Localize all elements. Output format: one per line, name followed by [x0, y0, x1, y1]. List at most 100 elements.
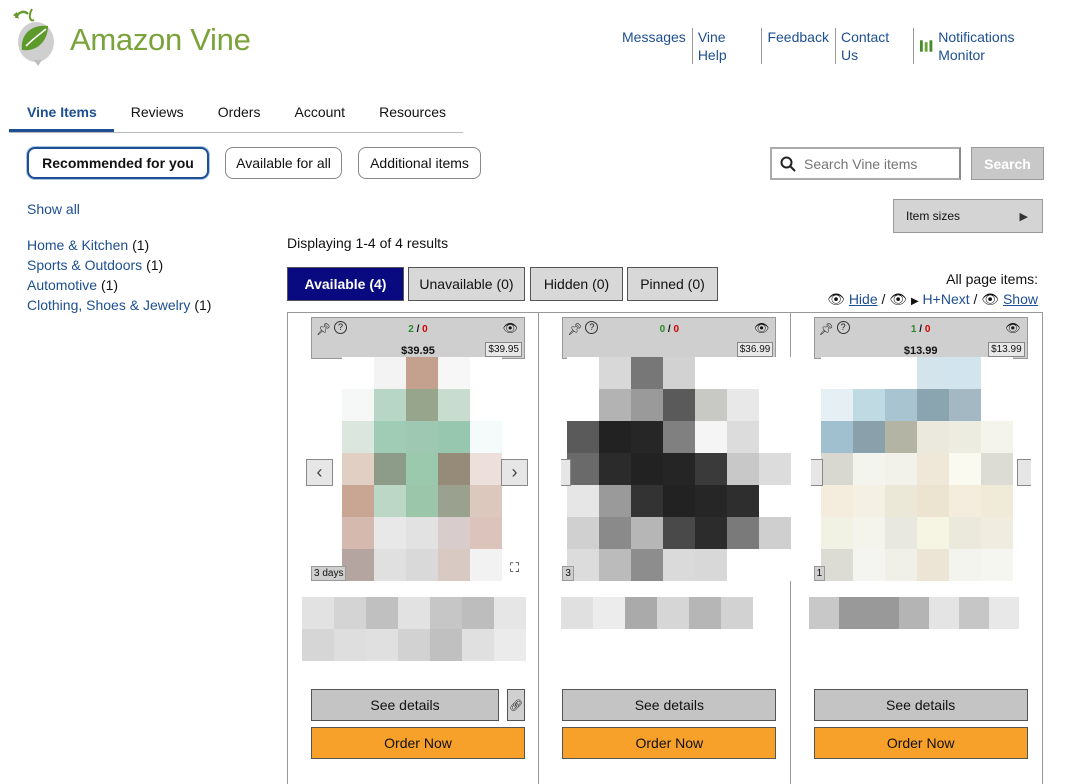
- page-items-label: All page items:: [946, 271, 1038, 287]
- item-price-tag: $13.99: [988, 342, 1025, 357]
- product-title[interactable]: [808, 597, 1019, 629]
- play-triangle-icon: ▶: [910, 296, 919, 307]
- link-icon: 🔗︎: [509, 699, 523, 712]
- item-sizes-label: Item sizes: [906, 209, 961, 223]
- vote-counts: 1 / 0: [910, 324, 931, 335]
- product-title[interactable]: [561, 597, 754, 629]
- amazon-vine-logo[interactable]: Amazon Vine: [8, 6, 251, 66]
- tab-available[interactable]: Available (4): [287, 267, 404, 301]
- vote-counts: 2 / 0: [408, 324, 428, 335]
- item-info-bar: 📌︎ ? 0 / 0 👁︎ $36.99: [562, 317, 777, 359]
- hide-all-link[interactable]: Hide: [849, 291, 878, 307]
- tab-vine-items[interactable]: Vine Items: [9, 96, 114, 132]
- item-info-bar: 📌︎ ? 2 / 0 👁︎ $39.95 $39.95: [311, 317, 525, 359]
- hide-eye-icon[interactable]: 👁︎: [1005, 321, 1020, 335]
- category-sports-outdoors-link[interactable]: Sports & Outdoors: [27, 257, 142, 273]
- product-image[interactable]: [567, 357, 792, 581]
- product-card: 📌︎ ? 2 / 0 👁︎ $39.95 $39.95 ‹ › 3 days ⛶…: [288, 313, 540, 784]
- recommended-for-you-button[interactable]: Recommended for you: [27, 147, 209, 179]
- good-count: 2: [408, 324, 414, 335]
- category-count: (1): [194, 297, 212, 313]
- product-card: 📌︎ ? 1 / 0 👁︎ $13.99 $13.99 1 See detail…: [791, 313, 1042, 784]
- see-details-button[interactable]: See details: [813, 689, 1028, 721]
- order-now-button[interactable]: Order Now: [562, 727, 777, 759]
- available-for-all-button[interactable]: Available for all: [225, 147, 342, 179]
- show-all-items-link[interactable]: Show: [1003, 291, 1038, 307]
- good-count: 0: [659, 324, 666, 335]
- search-box: [770, 147, 961, 180]
- hide-eye-icon[interactable]: 👁︎: [503, 321, 518, 335]
- page-items-controls: All page items: 👁︎ Hide / 👁︎ ▶ H+Next / …: [827, 269, 1038, 312]
- see-details-button[interactable]: See details: [311, 689, 499, 721]
- show-all-link[interactable]: Show all: [27, 201, 80, 217]
- item-sizes-toggle[interactable]: Item sizes ▶: [893, 199, 1043, 233]
- days-badge: 1: [813, 566, 826, 581]
- vote-counts: 0 / 0: [659, 324, 680, 335]
- prev-image-button[interactable]: [810, 459, 823, 486]
- category-list: Home & Kitchen (1) Sports & Outdoors (1)…: [27, 235, 211, 315]
- notifications-monitor-label: Notifications Monitor: [938, 29, 1015, 63]
- top-links: Messages Vine Help Feedback Contact Us N…: [622, 28, 1070, 64]
- tab-pinned[interactable]: Pinned (0): [627, 267, 718, 301]
- category-item: Sports & Outdoors (1): [27, 255, 211, 275]
- vine-help-link[interactable]: Vine Help: [698, 28, 763, 64]
- order-now-button[interactable]: Order Now: [813, 727, 1028, 759]
- next-image-button[interactable]: ›: [501, 459, 528, 486]
- product-title[interactable]: [302, 597, 526, 661]
- eye-slash-icon: 👁︎: [827, 291, 845, 307]
- tab-hidden[interactable]: Hidden (0): [530, 267, 623, 301]
- brand-name: Amazon Vine: [70, 22, 251, 57]
- order-now-button[interactable]: Order Now: [311, 727, 525, 759]
- eye-icon: 👁︎: [981, 291, 1000, 307]
- item-price-tag: $36.99: [736, 342, 774, 357]
- category-clothing-link[interactable]: Clothing, Shoes & Jewelry: [27, 297, 190, 313]
- category-item: Home & Kitchen (1): [27, 235, 211, 255]
- category-home-kitchen-link[interactable]: Home & Kitchen: [27, 237, 128, 253]
- category-count: (1): [132, 237, 150, 253]
- tab-orders[interactable]: Orders: [201, 96, 278, 132]
- good-count: 1: [910, 324, 917, 335]
- additional-items-button[interactable]: Additional items: [358, 147, 481, 179]
- bad-count: 0: [924, 324, 931, 335]
- search-input[interactable]: [804, 155, 954, 172]
- search-button[interactable]: Search: [971, 147, 1044, 180]
- category-item: Automotive (1): [27, 275, 211, 295]
- zoom-icon[interactable]: ⛶: [510, 560, 519, 576]
- category-count: (1): [100, 277, 119, 293]
- separator: /: [881, 291, 886, 307]
- vine-monitor-icon: [919, 40, 933, 52]
- results-count: Displaying 1-4 of 4 results: [287, 235, 449, 251]
- category-automotive-link[interactable]: Automotive: [27, 277, 97, 293]
- play-triangle-icon: ▶: [1019, 210, 1028, 223]
- bad-count: 0: [673, 324, 680, 335]
- hide-next-link[interactable]: H+Next: [923, 291, 970, 307]
- product-grid: 📌︎ ? 2 / 0 👁︎ $39.95 $39.95 ‹ › 3 days ⛶…: [287, 312, 1043, 784]
- product-image[interactable]: [820, 357, 1013, 581]
- vine-leaf-icon: [13, 8, 54, 66]
- hide-eye-icon[interactable]: 👁︎: [754, 321, 769, 335]
- product-image[interactable]: [342, 357, 502, 581]
- main-nav: Vine Items Reviews Orders Account Resour…: [9, 96, 463, 133]
- tab-resources[interactable]: Resources: [362, 96, 463, 132]
- prev-image-button[interactable]: ‹: [306, 459, 333, 486]
- product-card: 📌︎ ? 0 / 0 👁︎ $36.99 3 See details Order…: [539, 313, 792, 784]
- days-badge: 3: [562, 566, 574, 581]
- contact-us-link[interactable]: Contact Us: [841, 28, 914, 64]
- separator: /: [973, 291, 978, 307]
- messages-link[interactable]: Messages: [622, 28, 693, 64]
- see-details-button[interactable]: See details: [562, 689, 777, 721]
- copy-link-button[interactable]: 🔗︎: [507, 689, 525, 721]
- prev-image-button[interactable]: [561, 459, 572, 486]
- bad-count: 0: [422, 324, 428, 335]
- notifications-monitor-link[interactable]: Notifications Monitor: [919, 28, 1065, 64]
- days-badge: 3 days: [311, 566, 347, 581]
- item-price-tag: $39.95: [485, 342, 522, 357]
- eye-slash-icon: 👁︎: [889, 291, 908, 307]
- tab-reviews[interactable]: Reviews: [114, 96, 201, 132]
- search-icon: [780, 156, 796, 172]
- category-item: Clothing, Shoes & Jewelry (1): [27, 295, 211, 315]
- feedback-link[interactable]: Feedback: [767, 28, 836, 64]
- tab-unavailable[interactable]: Unavailable (0): [408, 267, 525, 301]
- next-image-button[interactable]: [1016, 459, 1031, 486]
- tab-account[interactable]: Account: [277, 96, 362, 132]
